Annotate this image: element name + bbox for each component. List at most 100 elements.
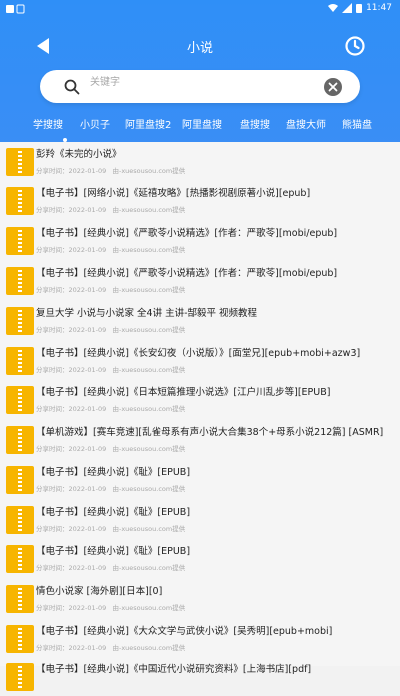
archive-file-icon xyxy=(6,187,34,215)
item-title: 【电子书】[经典小说]《严歌苓小说精选》[作者：严歌苓][mobi/epub] xyxy=(36,228,338,239)
item-title: 【电子书】[网络小说]《延禧攻略》[热播影视剧原著小说][epub] xyxy=(36,188,311,199)
item-date: 分享时间：2022-01-09 xyxy=(36,167,107,175)
item-source: 由-xuesousou.com提供 xyxy=(112,206,186,214)
wifi-icon xyxy=(328,4,339,12)
archive-file-icon xyxy=(6,307,34,335)
item-meta: 分享时间：2022-01-09 由-xuesousou.com提供 xyxy=(36,324,185,334)
search-icon[interactable] xyxy=(64,79,80,95)
item-meta: 分享时间：2022-01-09 由-xuesousou.com提供 xyxy=(36,284,185,294)
list-item[interactable]: 彭羚《未完的小说》 分享时间：2022-01-09 由-xuesousou.co… xyxy=(0,142,400,181)
item-source: 由-xuesousou.com提供 xyxy=(112,644,186,652)
tab-xiongmaopan[interactable]: 熊猫盘 xyxy=(342,116,372,131)
item-title: 【电子书】[经典小说]《长安幻夜（小说版）》[面堂兄][epub+mobi+az… xyxy=(36,348,361,359)
item-source: 由-xuesousou.com提供 xyxy=(112,525,186,533)
item-date: 分享时间：2022-01-09 xyxy=(36,604,107,612)
item-date: 分享时间：2022-01-09 xyxy=(36,445,107,453)
archive-file-icon xyxy=(6,625,34,653)
archive-file-icon xyxy=(6,545,34,573)
item-title: 【电子书】[经典小说]《耻》[EPUB] xyxy=(36,507,191,518)
item-title: 【电子书】[经典小说]《中国近代小说研究资料》[上海书店][pdf] xyxy=(36,664,312,675)
item-meta: 分享时间：2022-01-09 由-xuesousou.com提供 xyxy=(36,403,185,413)
clear-icon[interactable] xyxy=(324,78,342,96)
list-item[interactable]: 【电子书】[网络小说]《延禧攻略》[热播影视剧原著小说][epub] 分享时间：… xyxy=(0,181,400,220)
item-source: 由-xuesousou.com提供 xyxy=(112,246,186,254)
status-right: 11:47 xyxy=(328,3,392,13)
item-source: 由-xuesousou.com提供 xyxy=(112,604,186,612)
archive-file-icon xyxy=(6,663,34,691)
archive-file-icon xyxy=(6,585,34,613)
list-item[interactable]: 【电子书】[经典小说]《严歌苓小说精选》[作者：严歌苓][mobi/epub] … xyxy=(0,221,400,260)
list-item[interactable]: 【电子书】[经典小说]《耻》[EPUB] 分享时间：2022-01-09 由-x… xyxy=(0,460,400,499)
search-bar xyxy=(40,70,360,103)
list-item[interactable]: 【电子书】[经典小说]《大众文学与武侠小说》[吴秀明][epub+mobi] 分… xyxy=(0,619,400,658)
list-item[interactable]: 复旦大学 小说与小说家 全4讲 主讲-郜毅平 视频教程 分享时间：2022-01… xyxy=(0,301,400,340)
list-item[interactable]: 【电子书】[经典小说]《日本短篇推理小说选》[江户川乱步等][EPUB] 分享时… xyxy=(0,380,400,419)
status-bar: 11:47 xyxy=(0,0,400,18)
app-header: 11:47 小说 学搜搜 小贝子 阿里盘搜2 阿里盘搜 盘搜搜 盘搜大师 熊猫盘 xyxy=(0,0,400,147)
archive-file-icon xyxy=(6,466,34,494)
tab-pansousou[interactable]: 盘搜搜 xyxy=(240,116,270,131)
item-date: 分享时间：2022-01-09 xyxy=(36,485,107,493)
tab-alipansou[interactable]: 阿里盘搜 xyxy=(182,116,222,131)
search-input[interactable] xyxy=(90,75,290,89)
notification-icons xyxy=(6,4,25,14)
archive-file-icon xyxy=(6,506,34,534)
list-item[interactable]: 情色小说家 [海外剧][日本][0] 分享时间：2022-01-09 由-xue… xyxy=(0,579,400,618)
list-item[interactable]: 【单机游戏】[赛车竞速][乱雀母系有声小说大合集38个+母系小说212篇] [A… xyxy=(0,420,400,459)
history-clock-icon[interactable] xyxy=(344,35,366,57)
page-title: 小说 xyxy=(186,41,213,56)
archive-file-icon xyxy=(6,347,34,375)
item-source: 由-xuesousou.com提供 xyxy=(112,326,186,334)
item-date: 分享时间：2022-01-09 xyxy=(36,564,107,572)
item-meta: 分享时间：2022-01-09 由-xuesousou.com提供 xyxy=(36,244,185,254)
list-item[interactable]: 【电子书】[经典小说]《严歌苓小说精选》[作者：严歌苓][mobi/epub] … xyxy=(0,261,400,300)
item-title: 【电子书】[经典小说]《日本短篇推理小说选》[江户川乱步等][EPUB] xyxy=(36,387,331,398)
item-date: 分享时间：2022-01-09 xyxy=(36,326,107,334)
status-time: 11:47 xyxy=(366,3,392,13)
status-left-icons xyxy=(6,4,34,17)
list-item[interactable]: 【电子书】[经典小说]《长安幻夜（小说版）》[面堂兄][epub+mobi+az… xyxy=(0,341,400,380)
item-date: 分享时间：2022-01-09 xyxy=(36,206,107,214)
item-meta: 分享时间：2022-01-09 由-xuesousou.com提供 xyxy=(36,602,185,612)
item-date: 分享时间：2022-01-09 xyxy=(36,286,107,294)
item-title: 【单机游戏】[赛车竞速][乱雀母系有声小说大合集38个+母系小说212篇] [A… xyxy=(36,427,384,438)
item-source: 由-xuesousou.com提供 xyxy=(112,445,186,453)
list-item[interactable]: 【电子书】[经典小说]《耻》[EPUB] 分享时间：2022-01-09 由-x… xyxy=(0,500,400,539)
tab-alipansou2[interactable]: 阿里盘搜2 xyxy=(125,116,171,131)
item-meta: 分享时间：2022-01-09 由-xuesousou.com提供 xyxy=(36,443,185,453)
item-source: 由-xuesousou.com提供 xyxy=(112,286,186,294)
tab-xuesousou[interactable]: 学搜搜 xyxy=(33,116,63,131)
item-date: 分享时间：2022-01-09 xyxy=(36,246,107,254)
item-meta: 分享时间：2022-01-09 由-xuesousou.com提供 xyxy=(36,165,185,175)
item-source: 由-xuesousou.com提供 xyxy=(112,564,186,572)
item-title: 【电子书】[经典小说]《大众文学与武侠小说》[吴秀明][epub+mobi] xyxy=(36,626,333,637)
battery-icon xyxy=(356,4,363,13)
archive-file-icon xyxy=(6,386,34,414)
tab-pansoudashi[interactable]: 盘搜大师 xyxy=(286,116,326,131)
item-source: 由-xuesousou.com提供 xyxy=(112,405,186,413)
item-title: 【电子书】[经典小说]《耻》[EPUB] xyxy=(36,467,191,478)
item-meta: 分享时间：2022-01-09 由-xuesousou.com提供 xyxy=(36,642,185,652)
item-date: 分享时间：2022-01-09 xyxy=(36,525,107,533)
source-tabs: 学搜搜 小贝子 阿里盘搜2 阿里盘搜 盘搜搜 盘搜大师 熊猫盘 xyxy=(0,116,400,140)
result-list: 彭羚《未完的小说》 分享时间：2022-01-09 由-xuesousou.co… xyxy=(0,142,400,691)
item-meta: 分享时间：2022-01-09 由-xuesousou.com提供 xyxy=(36,562,185,572)
archive-file-icon xyxy=(6,148,34,176)
list-item[interactable]: 【电子书】[经典小说]《中国近代小说研究资料》[上海书店][pdf] xyxy=(0,657,400,696)
top-bar: 小说 xyxy=(0,28,400,64)
list-item[interactable]: 【电子书】[经典小说]《耻》[EPUB] 分享时间：2022-01-09 由-x… xyxy=(0,539,400,578)
item-meta: 分享时间：2022-01-09 由-xuesousou.com提供 xyxy=(36,483,185,493)
archive-file-icon xyxy=(6,227,34,255)
item-date: 分享时间：2022-01-09 xyxy=(36,644,107,652)
archive-file-icon xyxy=(6,267,34,295)
item-meta: 分享时间：2022-01-09 由-xuesousou.com提供 xyxy=(36,364,185,374)
item-source: 由-xuesousou.com提供 xyxy=(112,366,186,374)
archive-file-icon xyxy=(6,426,34,454)
item-title: 情色小说家 [海外剧][日本][0] xyxy=(36,586,163,597)
tab-xiaobeizi[interactable]: 小贝子 xyxy=(80,116,110,131)
item-title: 【电子书】[经典小说]《耻》[EPUB] xyxy=(36,546,191,557)
item-title: 彭羚《未完的小说》 xyxy=(36,149,122,160)
item-date: 分享时间：2022-01-09 xyxy=(36,366,107,374)
signal-icon xyxy=(342,3,353,13)
item-title: 复旦大学 小说与小说家 全4讲 主讲-郜毅平 视频教程 xyxy=(36,308,258,319)
